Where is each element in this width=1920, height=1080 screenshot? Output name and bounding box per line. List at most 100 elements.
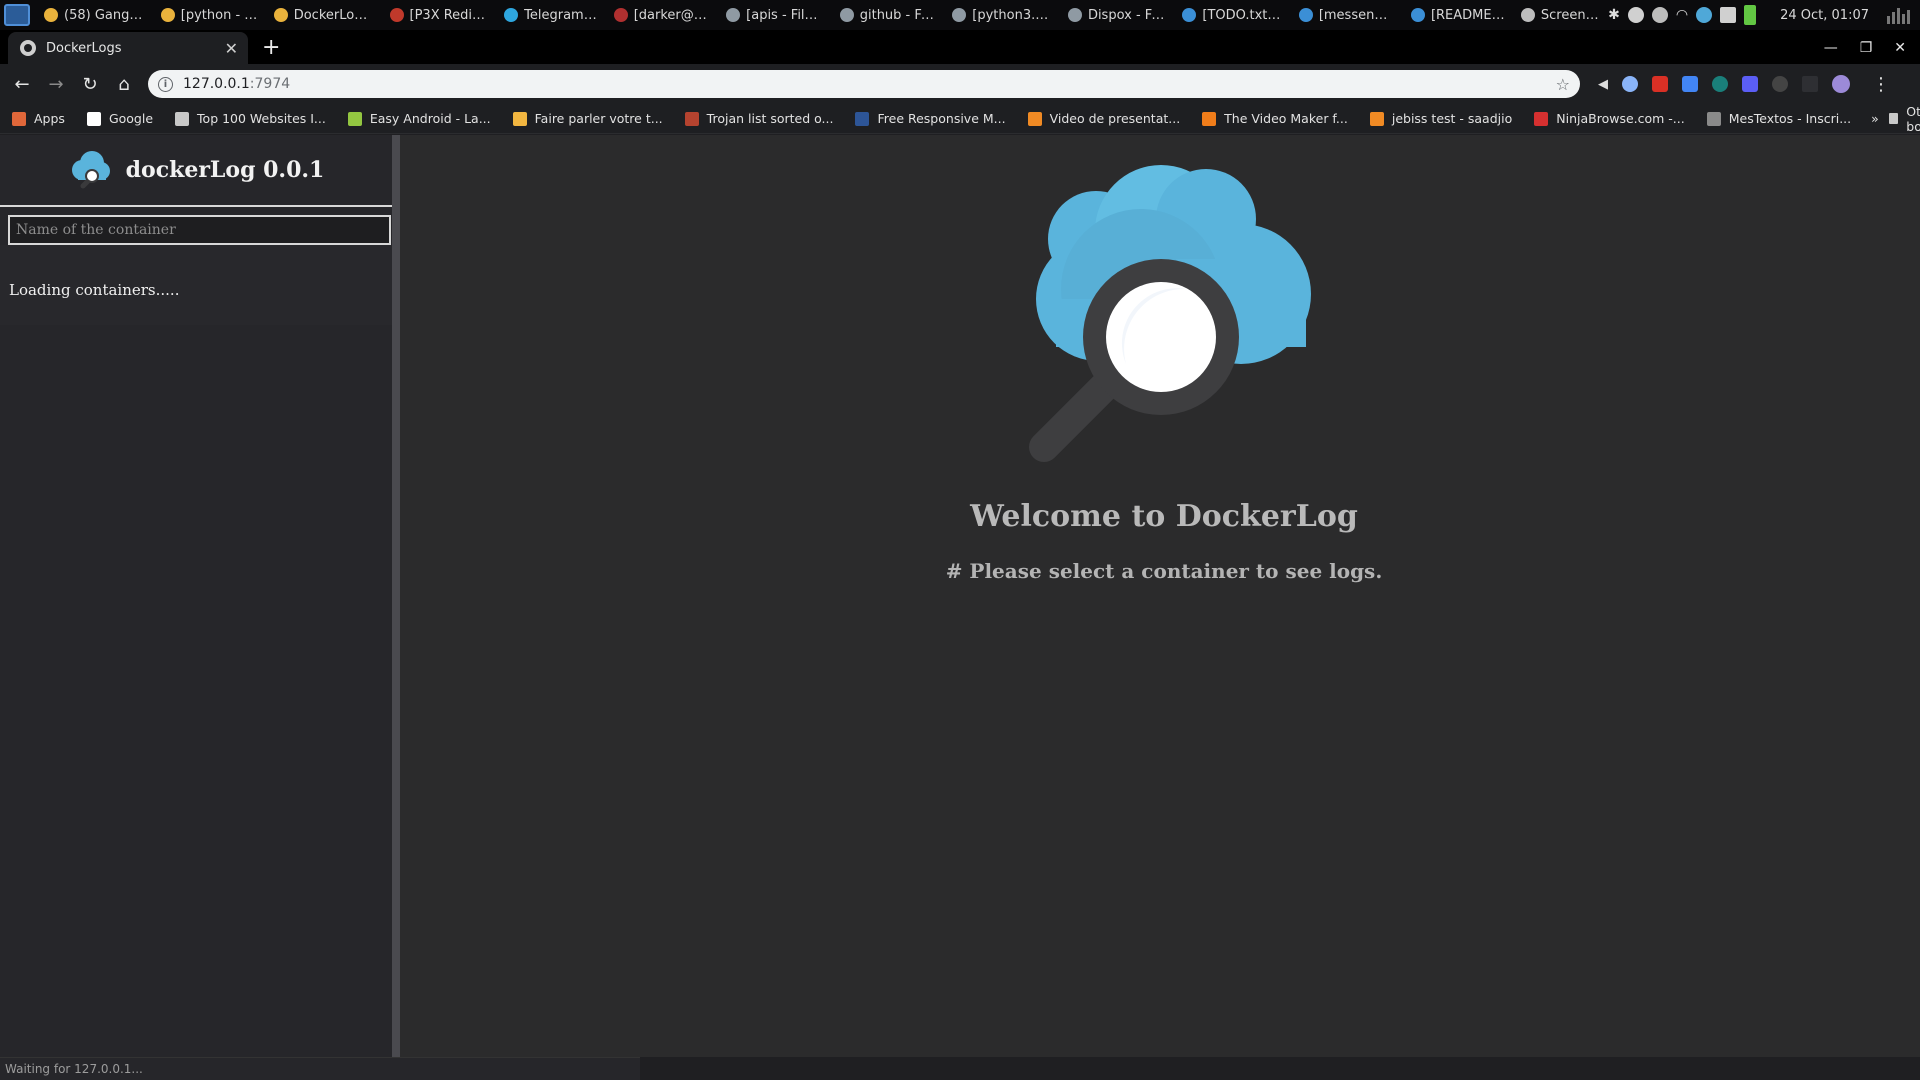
new-tab-button[interactable]: + [262, 35, 280, 60]
bookmark-favicon-icon [12, 111, 26, 126]
bookmark-favicon-icon [86, 111, 101, 126]
window-app-icon [389, 8, 404, 22]
minimize-icon[interactable]: — [1824, 40, 1838, 56]
extension-icon[interactable] [1802, 76, 1818, 92]
bookmark-item[interactable]: Google [75, 111, 163, 126]
adblock-icon[interactable] [1652, 76, 1668, 92]
site-info-icon[interactable]: i [158, 76, 173, 92]
extension-icon[interactable] [1712, 76, 1728, 92]
bookmark-label: Free Responsive M... [877, 111, 1006, 126]
container-search-input[interactable] [8, 215, 391, 245]
taskbar-window-item[interactable]: [README.m... [1403, 0, 1513, 30]
extension-icon[interactable] [1772, 76, 1788, 92]
bookmark-item[interactable]: Apps [0, 111, 75, 126]
taskbar-window-item[interactable]: [apis - File M... [718, 0, 832, 30]
bookmark-item[interactable]: Free Responsive M... [843, 111, 1015, 126]
globe-icon [20, 40, 36, 56]
reload-button[interactable]: ↻ [74, 68, 106, 100]
taskbar-window-item[interactable]: [messenger.... [1291, 0, 1403, 30]
window-app-icon [44, 8, 58, 22]
close-tab-icon[interactable]: ✕ [225, 39, 238, 58]
bookmark-item[interactable]: NinjaBrowse.com -... [1522, 111, 1694, 126]
menu-icon[interactable]: ⋮ [1872, 74, 1890, 95]
close-window-icon[interactable]: ✕ [1894, 40, 1906, 56]
window-title: [python - Ho... [180, 7, 258, 23]
cloud-magnifier-illustration [1029, 165, 1311, 462]
window-title: [darker@mo... [633, 7, 710, 23]
taskbar-window-item[interactable]: DockerLogs -... [266, 0, 382, 30]
bookmark-label: MesTextos - Inscri... [1728, 111, 1852, 126]
window-title: github - File ... [859, 7, 937, 23]
welcome-title: Welcome to DockerLog [970, 499, 1358, 534]
battery-icon[interactable] [1744, 5, 1757, 25]
taskbar-window-item[interactable]: github - File ... [832, 0, 945, 30]
bookmark-list: Apps Google Top 100 Websites I... Easy Andr… [0, 111, 1861, 126]
window-app-icon [613, 8, 628, 22]
bookmark-favicon-icon [347, 111, 362, 126]
window-app-icon [1298, 8, 1313, 22]
address-bar[interactable]: i 127.0.0.1:7974 ☆ [148, 70, 1580, 98]
bookmark-item[interactable]: Video de presentat... [1016, 111, 1191, 126]
url-host: 127.0.0.1 [183, 76, 250, 92]
settings-icon[interactable] [1651, 7, 1668, 23]
back-button[interactable]: ← [6, 68, 38, 100]
window-title: Screenshot [1540, 7, 1601, 23]
window-title: [README.m... [1430, 7, 1505, 23]
bookmark-star-icon[interactable]: ☆ [1556, 75, 1570, 94]
bookmark-label: Top 100 Websites I... [197, 111, 326, 126]
sync-icon[interactable] [1627, 7, 1644, 23]
bookmark-label: Google [108, 111, 154, 126]
taskbar-window-item[interactable]: Screenshot [1513, 0, 1608, 30]
restore-icon[interactable]: ❐ [1860, 40, 1873, 56]
taskbar-window-item[interactable]: [TODO.txt - c... [1174, 0, 1290, 30]
clock[interactable]: 24 Oct, 01:07 [1780, 8, 1869, 23]
wifi-icon[interactable]: ◠ [1676, 7, 1688, 23]
app-launcher-icon[interactable] [4, 4, 30, 26]
window-app-icon [1520, 8, 1535, 22]
bookmark-item[interactable]: The Video Maker f... [1190, 111, 1358, 126]
sidebar: dockerLog 0.0.1 Loading containers..... [0, 135, 400, 1057]
extension-icon[interactable] [1742, 76, 1758, 92]
bookmark-item[interactable]: Faire parler votre t... [501, 111, 673, 126]
bookmarks-bar: Apps Google Top 100 Websites I... Easy Andr… [0, 104, 1920, 134]
taskbar-window-item[interactable]: [python3.6 - ... [944, 0, 1060, 30]
window-title: Telegram (4... [524, 7, 598, 23]
system-taskbar: (58) Gang, bi... [python - Ho... DockerLog… [0, 0, 1920, 30]
bookmark-item[interactable]: Easy Android - La... [336, 111, 501, 126]
bookmark-item[interactable]: MesTextos - Inscri... [1695, 111, 1861, 126]
bookmark-label: Faire parler votre t... [534, 111, 663, 126]
notes-icon[interactable] [1720, 7, 1737, 23]
other-bookmarks[interactable]: Other bookmarks [1888, 103, 1920, 134]
taskbar-window-item[interactable]: (58) Gang, bi... [36, 0, 153, 30]
bookmark-favicon-icon [684, 111, 699, 126]
taskbar-window-item[interactable]: [darker@mo... [606, 0, 718, 30]
welcome-subtitle: # Please select a container to see logs. [945, 559, 1383, 583]
task-list: (58) Gang, bi... [python - Ho... DockerLog… [36, 0, 1608, 30]
bookmark-item[interactable]: Trojan list sorted o... [673, 111, 844, 126]
home-button[interactable]: ⌂ [108, 68, 140, 100]
extension-icon[interactable] [1622, 76, 1638, 92]
other-bookmarks-label: Other bookmarks [1906, 103, 1920, 134]
tab-title: DockerLogs [46, 40, 122, 56]
profile-avatar[interactable] [1832, 75, 1850, 93]
speaker-icon[interactable]: ◀ [1598, 77, 1608, 92]
extension-icon[interactable] [1682, 76, 1698, 92]
browser-tab-active[interactable]: DockerLogs ✕ [8, 32, 248, 64]
window-app-icon [160, 8, 175, 22]
window-title: (58) Gang, bi... [64, 7, 145, 23]
cloud-search-logo-icon [71, 151, 110, 189]
taskbar-window-item[interactable]: [python - Ho... [153, 0, 266, 30]
bookmark-item[interactable]: Top 100 Websites I... [163, 111, 336, 126]
taskbar-window-item[interactable]: [P3X Redis U... [382, 0, 497, 30]
bookmark-favicon-icon [512, 111, 527, 126]
window-app-icon [504, 8, 519, 22]
forward-button[interactable]: → [40, 68, 72, 100]
bookmark-item[interactable]: jebiss test - saadjio [1358, 111, 1522, 126]
bluetooth-icon[interactable]: ✱ [1608, 7, 1620, 23]
weather-icon[interactable] [1696, 7, 1713, 23]
tab-strip: DockerLogs ✕ + — ❐ ✕ [0, 30, 1920, 64]
taskbar-window-item[interactable]: Dispox - File ... [1060, 0, 1174, 30]
taskbar-window-item[interactable]: Telegram (4... [496, 0, 606, 30]
window-app-icon [1067, 8, 1082, 22]
bookmarks-overflow-button[interactable]: » [1861, 111, 1889, 126]
